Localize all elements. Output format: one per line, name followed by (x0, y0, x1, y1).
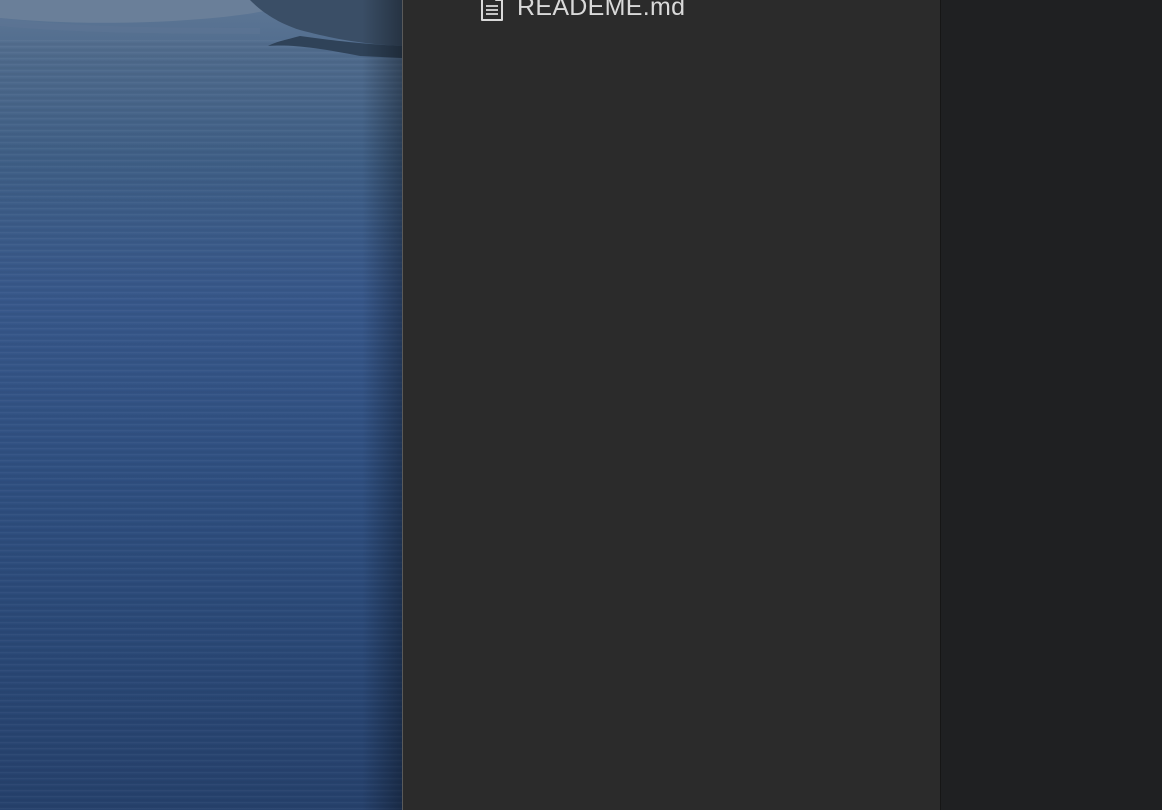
document-icon (479, 0, 505, 22)
desktop-wallpaper (0, 0, 402, 810)
sea-texture (0, 40, 402, 810)
cliffs-silhouette (0, 0, 402, 58)
screen: READEME.md (0, 0, 1162, 810)
file-list-pane[interactable]: READEME.md (402, 0, 940, 810)
wallpaper-edge-shadow (362, 0, 402, 810)
file-item-readme[interactable]: READEME.md (479, 0, 685, 24)
preview-pane (940, 0, 1162, 810)
file-name-label: READEME.md (517, 0, 686, 21)
